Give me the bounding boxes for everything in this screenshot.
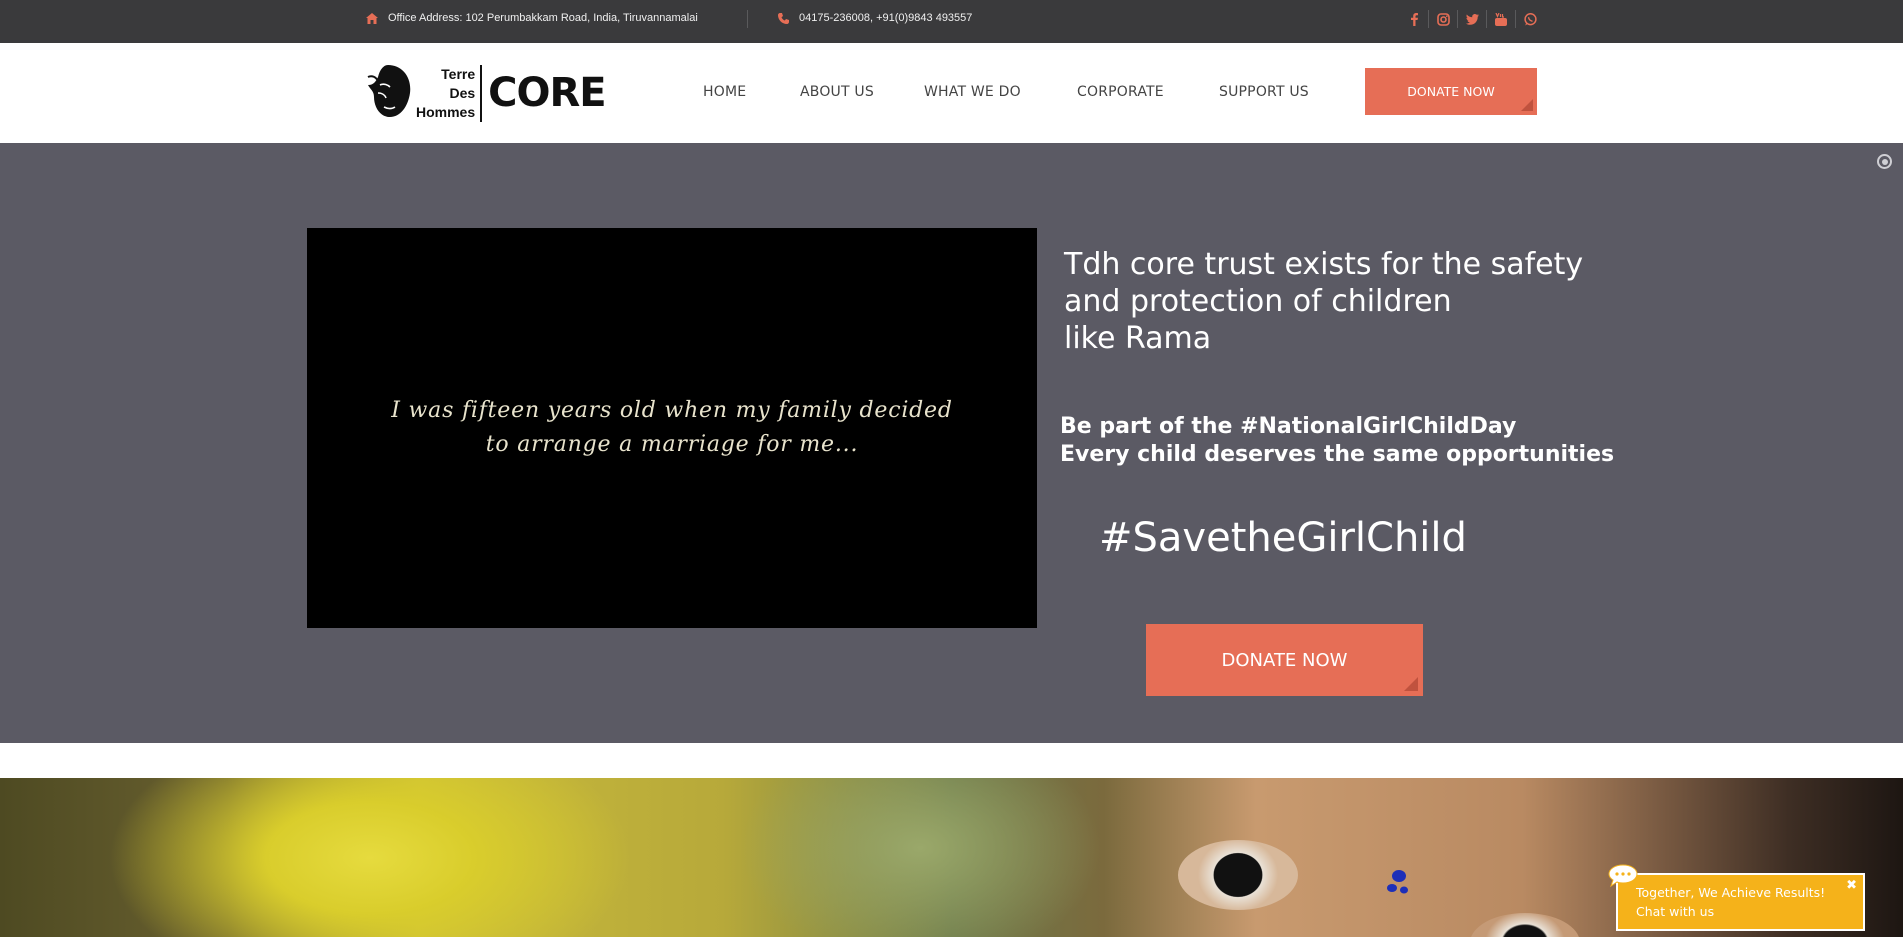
main-nav: HOME ABOUT US WHAT WE DO CORPORATE SUPPO… xyxy=(703,84,1349,100)
header-donate-button[interactable]: DONATE NOW xyxy=(1365,68,1537,115)
office-address-text: Office Address: 102 Perumbakkam Road, In… xyxy=(388,12,698,24)
photo-eye-right xyxy=(1470,913,1580,937)
nav-home[interactable]: HOME xyxy=(703,84,800,100)
hero-subtitle-line-1: Be part of the #NationalGirlChildDay xyxy=(1060,414,1517,439)
hero-subtitle: Be part of the #NationalGirlChildDay Eve… xyxy=(1060,413,1700,469)
photo-bindi xyxy=(1387,870,1408,894)
hero-subtitle-line-2: Every child deserves the same opportunit… xyxy=(1060,442,1615,467)
hero-donate-label: DONATE NOW xyxy=(1221,649,1348,671)
whatsapp-icon[interactable] xyxy=(1516,10,1545,28)
logo-line-hommes: Hommes xyxy=(416,103,476,120)
button-corner-decoration xyxy=(1404,677,1418,691)
site-header: Terre Des Hommes CORE HOME ABOUT US WHAT… xyxy=(0,43,1903,143)
twitter-icon[interactable] xyxy=(1458,10,1487,28)
photo-eye-left xyxy=(1178,840,1298,910)
office-address: Office Address: 102 Perumbakkam Road, In… xyxy=(366,12,698,24)
video-player[interactable]: I was fifteen years old when my family d… xyxy=(307,228,1037,628)
button-corner-decoration xyxy=(1521,99,1533,111)
header-donate-label: DONATE NOW xyxy=(1407,84,1495,99)
chat-close-icon[interactable]: ✖ xyxy=(1846,876,1857,895)
hero-donate-button[interactable]: DONATE NOW xyxy=(1146,624,1423,696)
logo-line-des: Des xyxy=(449,84,476,101)
hero-title-line-3: like Rama xyxy=(1064,321,1212,356)
site-logo[interactable]: Terre Des Hommes CORE xyxy=(366,63,607,124)
instagram-icon[interactable] xyxy=(1429,10,1458,28)
chat-line-2: Chat with us xyxy=(1636,904,1715,919)
youtube-icon[interactable] xyxy=(1487,10,1516,28)
hero-title-line-1: Tdh core trust exists for the safety xyxy=(1064,247,1584,282)
hero-title-line-2: and protection of children xyxy=(1064,284,1452,319)
nav-support-us[interactable]: SUPPORT US xyxy=(1219,84,1349,100)
nav-what-we-do[interactable]: WHAT WE DO xyxy=(924,84,1077,100)
logo-words: Terre Des Hommes xyxy=(416,64,483,122)
phone-number-text: 04175-236008, +91(0)9843 493557 xyxy=(799,12,973,24)
chat-line-1: Together, We Achieve Results! xyxy=(1636,885,1826,900)
face-logo-icon xyxy=(366,63,414,124)
top-bar: Office Address: 102 Perumbakkam Road, In… xyxy=(0,0,1903,43)
close-icon[interactable] xyxy=(1877,154,1892,169)
chat-widget[interactable]: ✖ Together, We Achieve Results! Chat wit… xyxy=(1616,873,1865,931)
facebook-icon[interactable] xyxy=(1400,10,1429,28)
video-caption: I was fifteen years old when my family d… xyxy=(391,394,953,462)
social-links xyxy=(1400,10,1545,28)
logo-brand: CORE xyxy=(488,70,606,116)
home-icon xyxy=(366,12,378,24)
nav-about-us[interactable]: ABOUT US xyxy=(800,84,924,100)
logo-line-terre: Terre xyxy=(441,65,476,82)
phone-icon xyxy=(778,12,789,24)
chat-bubble-icon xyxy=(1608,864,1638,888)
topbar-divider xyxy=(747,10,748,28)
phone-number: 04175-236008, +91(0)9843 493557 xyxy=(778,12,972,24)
video-caption-line-2: to arrange a marriage for me... xyxy=(485,432,859,457)
video-caption-line-1: I was fifteen years old when my family d… xyxy=(391,398,953,423)
hero-title: Tdh core trust exists for the safety and… xyxy=(1064,246,1624,357)
nav-corporate[interactable]: CORPORATE xyxy=(1077,84,1219,100)
hashtag-heading: #SavetheGirlChild xyxy=(1099,515,1467,561)
